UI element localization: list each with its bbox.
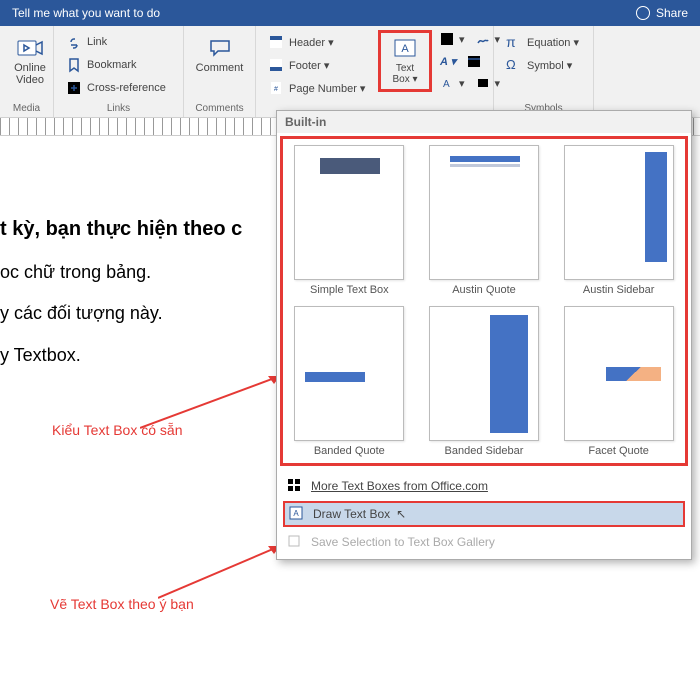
more-textboxes-menuitem[interactable]: More Text Boxes from Office.com: [277, 473, 691, 499]
share-button[interactable]: Share: [636, 6, 688, 20]
header-button[interactable]: Header ▾: [264, 32, 369, 52]
gallery-item-banded-sidebar[interactable]: Banded Sidebar: [424, 306, 545, 457]
group-label-media: Media: [8, 101, 45, 117]
footer-button[interactable]: Footer ▾: [264, 55, 369, 75]
tell-me-prompt[interactable]: Tell me what you want to do: [12, 6, 160, 20]
link-icon: [66, 34, 82, 50]
textbox-gallery-popup: Built-in Simple Text Box Austin Quote Au…: [276, 110, 692, 560]
wordart-button[interactable]: A ▾: [436, 52, 460, 70]
draw-textbox-icon: A: [289, 506, 305, 522]
gallery-item-banded-quote[interactable]: Banded Quote: [289, 306, 410, 457]
online-video-button[interactable]: Online Video: [8, 32, 52, 90]
textbox-icon: A: [391, 37, 419, 61]
gallery-item-facet-quote[interactable]: Facet Quote: [558, 306, 679, 457]
gallery-grid: Simple Text Box Austin Quote Austin Side…: [280, 136, 688, 466]
equation-button[interactable]: πEquation ▾: [502, 32, 583, 52]
svg-text:A: A: [293, 509, 299, 518]
svg-text:A: A: [443, 79, 450, 90]
save-selection-menuitem: Save Selection to Text Box Gallery: [277, 529, 691, 555]
svg-text:A: A: [401, 43, 409, 55]
page-number-button[interactable]: #Page Number ▾: [264, 78, 369, 98]
group-label-links: Links: [62, 101, 175, 117]
dropcap-button[interactable]: A▾: [436, 74, 469, 92]
gallery-item-simple-text-box[interactable]: Simple Text Box: [289, 145, 410, 296]
link-button[interactable]: Link: [62, 32, 170, 52]
cursor-icon: ↖: [396, 507, 406, 521]
arrow-1: [140, 370, 290, 430]
save-icon: [287, 534, 303, 550]
video-icon: [16, 36, 44, 60]
comment-button[interactable]: Comment: [192, 32, 247, 78]
crossref-button[interactable]: Cross-reference: [62, 78, 170, 98]
grid-icon: [287, 478, 303, 494]
gallery-section-label: Built-in: [277, 111, 691, 133]
datetime-button[interactable]: [463, 52, 485, 70]
comment-icon: [206, 36, 234, 60]
footer-icon: [268, 57, 284, 73]
gallery-item-austin-quote[interactable]: Austin Quote: [424, 145, 545, 296]
annotation-2: Vẽ Text Box theo ý bạn: [50, 596, 194, 612]
svg-text:#: #: [274, 86, 278, 93]
quickparts-button[interactable]: ▾: [436, 30, 469, 48]
bookmark-icon: [66, 57, 82, 73]
ribbon: Online Video Media Link Bookmark Cross-r…: [0, 26, 700, 118]
gallery-item-austin-sidebar[interactable]: Austin Sidebar: [558, 145, 679, 296]
bookmark-button[interactable]: Bookmark: [62, 55, 170, 75]
arrow-2: [158, 540, 288, 600]
title-bar: Tell me what you want to do Share: [0, 0, 700, 26]
group-label-comments: Comments: [192, 101, 247, 117]
omega-icon: Ω: [506, 57, 522, 73]
annotation-1: Kiểu Text Box có sẵn: [52, 422, 182, 438]
pi-icon: π: [506, 34, 522, 50]
header-icon: [268, 34, 284, 50]
symbol-button[interactable]: ΩSymbol ▾: [502, 55, 583, 75]
draw-textbox-menuitem[interactable]: A Draw Text Box ↖: [283, 501, 685, 527]
crossref-icon: [66, 80, 82, 96]
pagenum-icon: #: [268, 80, 284, 96]
textbox-highlight: A Text Box ▾: [378, 30, 432, 92]
text-box-button[interactable]: A Text Box ▾: [383, 35, 427, 87]
